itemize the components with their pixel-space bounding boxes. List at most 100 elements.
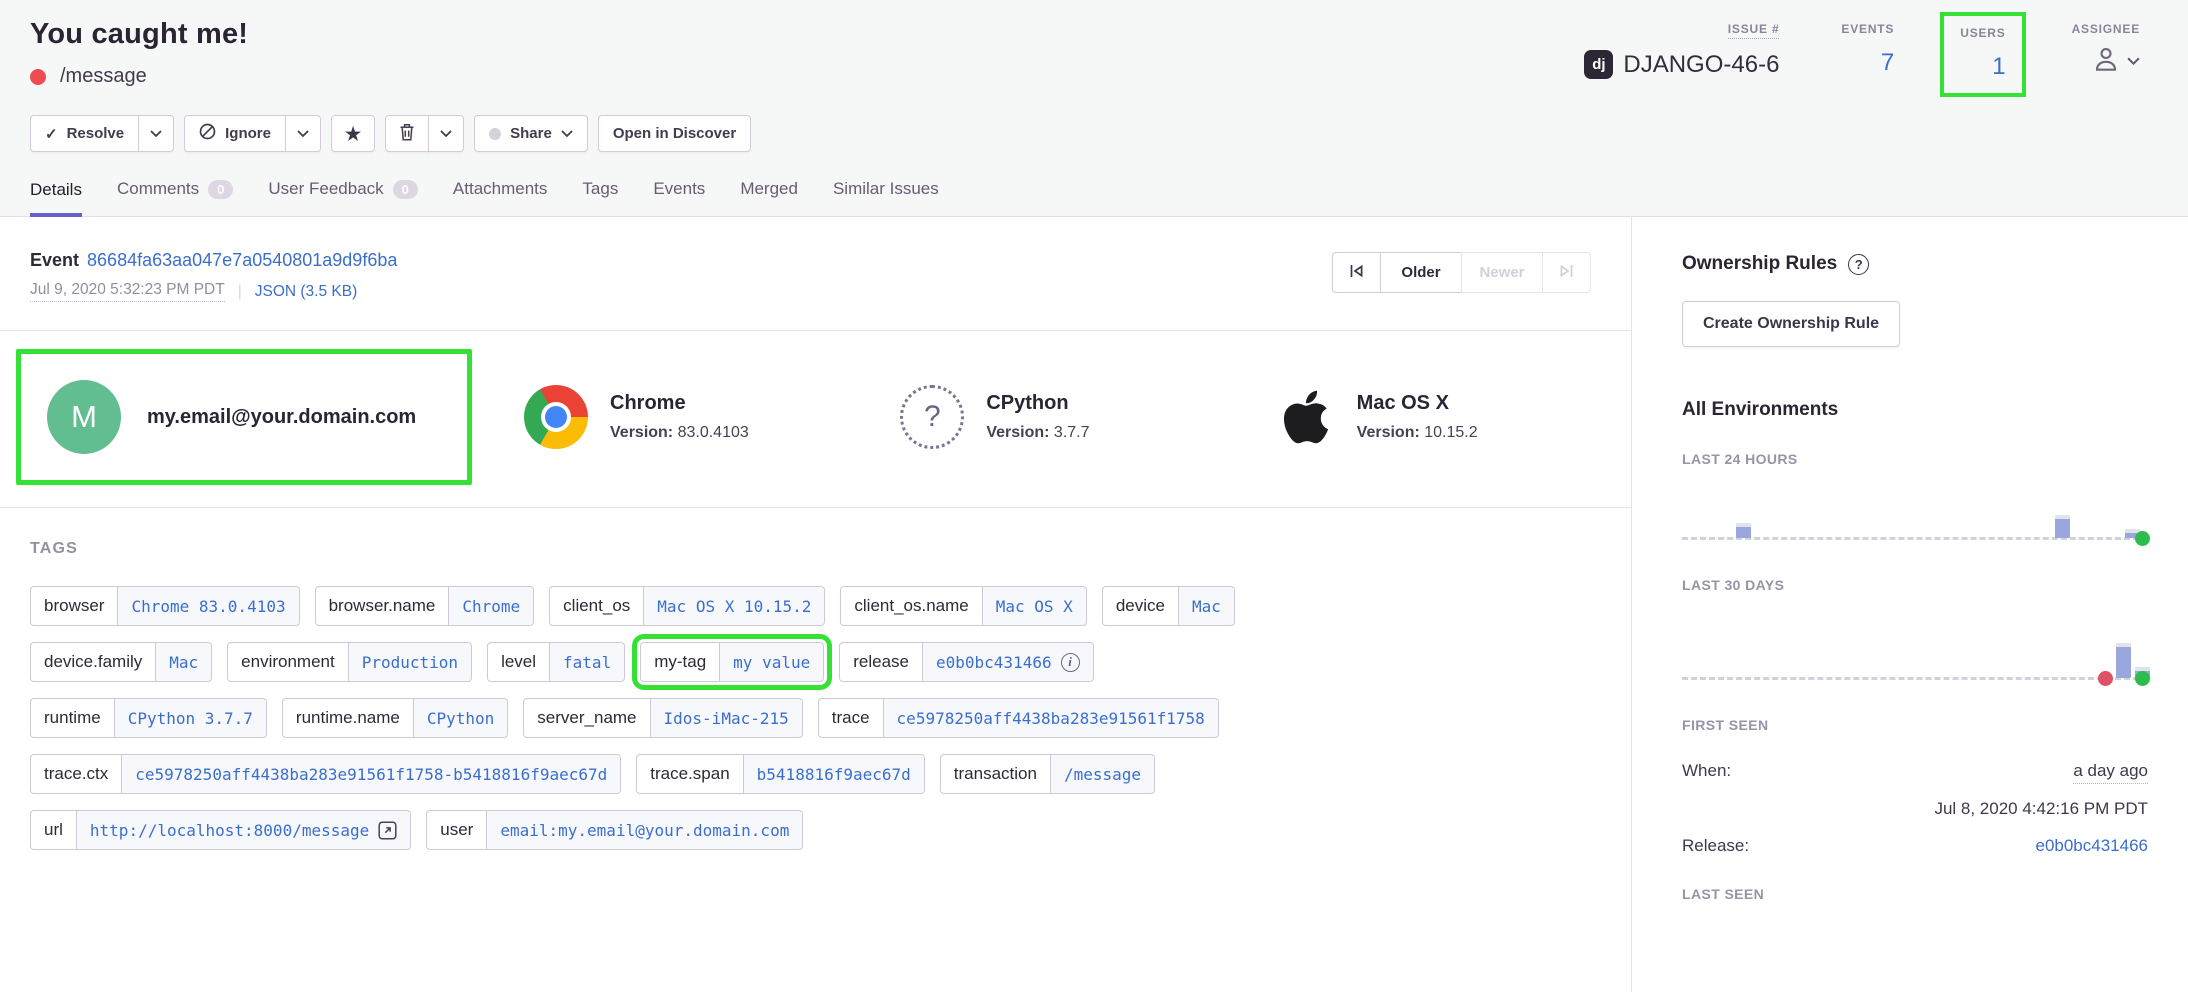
tag-value-link[interactable]: my value — [719, 643, 823, 681]
tag-value: /message — [1064, 765, 1141, 784]
open-in-discover-button[interactable]: Open in Discover — [598, 115, 751, 152]
tab-label: Comments — [117, 179, 199, 199]
tag-value-link[interactable]: Mac — [1178, 587, 1234, 625]
tab-attachments[interactable]: Attachments — [453, 179, 548, 216]
oldest-event-button[interactable] — [1332, 252, 1381, 293]
delete-dropdown-button[interactable] — [428, 115, 464, 152]
tag-value-link[interactable]: /message — [1050, 755, 1154, 793]
tab-count-badge: 0 — [393, 180, 418, 199]
user-email: my.email@your.domain.com — [147, 406, 416, 429]
tag-device: deviceMac — [1102, 586, 1235, 626]
tag-value-link[interactable]: Mac OS X 10.15.2 — [643, 587, 824, 625]
ignore-dropdown-button[interactable] — [285, 115, 321, 152]
events-count[interactable]: 7 — [1841, 49, 1894, 77]
bookmark-star-button[interactable]: ★ — [331, 115, 375, 152]
info-icon[interactable]: i — [1061, 653, 1080, 672]
older-event-button[interactable]: Older — [1380, 252, 1462, 293]
tag-key: level — [488, 643, 549, 681]
tab-user-feedback[interactable]: User Feedback 0 — [268, 179, 418, 216]
last-24-hours-label: LAST 24 HOURS — [1682, 451, 2148, 467]
tag-value-link[interactable]: CPython 3.7.7 — [114, 699, 266, 737]
user-icon — [2091, 44, 2121, 79]
tag-value-link[interactable]: fatal — [549, 643, 624, 681]
tab-comments[interactable]: Comments0 — [117, 179, 233, 216]
issue-actions: ✓ Resolve Ignore ★ — [30, 115, 2140, 152]
tag-value-link[interactable]: Mac — [155, 643, 211, 681]
resolve-label: Resolve — [67, 125, 125, 142]
tag-value-link[interactable]: CPython — [413, 699, 507, 737]
tag-value-link[interactable]: ce5978250aff4438ba283e91561f1758-b541881… — [121, 755, 620, 793]
tag-user: useremail:my.email@your.domain.com — [426, 810, 803, 850]
os-name: Mac OS X — [1357, 392, 1478, 415]
tag-level: levelfatal — [487, 642, 625, 682]
first-seen-label: FIRST SEEN — [1682, 717, 2148, 733]
avatar: M — [47, 380, 121, 454]
events-label: EVENTS — [1841, 22, 1894, 36]
tag-value-link[interactable]: ce5978250aff4438ba283e91561f1758 — [883, 699, 1218, 737]
tag-device.family: device.familyMac — [30, 642, 212, 682]
first-seen-relative: a day ago — [2073, 761, 2148, 784]
release-link[interactable]: e0b0bc431466 — [2035, 836, 2148, 856]
tag-client_os: client_osMac OS X 10.15.2 — [549, 586, 825, 626]
ignore-button[interactable]: Ignore — [184, 115, 286, 152]
page-title: You caught me! — [30, 18, 248, 51]
tag-value-link[interactable]: e0b0bc431466i — [922, 643, 1093, 681]
os-version-label: Version: — [1357, 424, 1420, 441]
tab-tags[interactable]: Tags — [582, 179, 618, 216]
stat-events: EVENTS 7 — [1841, 20, 1894, 77]
tag-key: environment — [228, 643, 348, 681]
resolve-dropdown-button[interactable] — [138, 115, 174, 152]
assignee-dropdown[interactable] — [2072, 44, 2140, 79]
runtime-version-label: Version: — [986, 424, 1049, 441]
chevron-down-icon — [297, 125, 309, 142]
tag-key: release — [840, 643, 922, 681]
tag-key: runtime — [31, 699, 114, 737]
tag-value: CPython — [427, 709, 494, 728]
tag-value-link[interactable]: Idos-iMac-215 — [650, 699, 802, 737]
event-id-link[interactable]: 86684fa63aa047e7a0540801a9d9f6ba — [87, 250, 397, 270]
users-count[interactable]: 1 — [1960, 53, 2005, 81]
tag-value-link[interactable]: http://localhost:8000/message — [76, 811, 410, 849]
runtime-context-card: ? CPython Version: 3.7.7 — [848, 385, 1224, 449]
help-icon[interactable]: ? — [1848, 254, 1869, 275]
tag-value: b5418816f9aec67d — [757, 765, 911, 784]
tag-value-link[interactable]: Chrome — [448, 587, 533, 625]
last-seen-label: LAST SEEN — [1682, 886, 2148, 902]
resolve-button[interactable]: ✓ Resolve — [30, 115, 139, 152]
tab-details[interactable]: Details — [30, 179, 82, 217]
last-30-days-label: LAST 30 DAYS — [1682, 577, 2148, 593]
tag-key: trace.ctx — [31, 755, 121, 793]
tag-value-link[interactable]: b5418816f9aec67d — [743, 755, 924, 793]
tag-release: releasee0b0bc431466i — [839, 642, 1093, 682]
tab-events[interactable]: Events — [653, 179, 705, 216]
tag-value-link[interactable]: email:my.email@your.domain.com — [486, 811, 802, 849]
trash-icon — [399, 123, 415, 145]
tab-merged[interactable]: Merged — [740, 179, 798, 216]
tag-trace.ctx: trace.ctxce5978250aff4438ba283e91561f175… — [30, 754, 621, 794]
tab-similar-issues[interactable]: Similar Issues — [833, 179, 939, 216]
all-environments-heading: All Environments — [1682, 399, 2148, 421]
tag-value-link[interactable]: Chrome 83.0.4103 — [117, 587, 298, 625]
tag-client_os.name: client_os.nameMac OS X — [840, 586, 1086, 626]
external-link-icon[interactable] — [378, 821, 397, 840]
create-ownership-rule-button[interactable]: Create Ownership Rule — [1682, 301, 1900, 347]
issue-tabs: Details Comments0 User Feedback 0 Attachment… — [30, 179, 2140, 216]
share-button[interactable]: Share — [474, 115, 588, 152]
tag-key: device.family — [31, 643, 155, 681]
tag-key: client_os — [550, 587, 643, 625]
tags-section: TAGS browserChrome 83.0.4103browser.name… — [0, 508, 1631, 876]
tag-value-link[interactable]: Production — [348, 643, 471, 681]
event-timestamp: Jul 9, 2020 5:32:23 PM PDT — [30, 281, 225, 302]
tab-label: Tags — [582, 179, 618, 199]
delete-button[interactable] — [385, 115, 429, 152]
browser-version-label: Version: — [610, 424, 673, 441]
user-context-card: M my.email@your.domain.com — [16, 349, 472, 485]
tag-value-link[interactable]: Mac OS X — [982, 587, 1086, 625]
tag-trace: tracece5978250aff4438ba283e91561f1758 — [818, 698, 1219, 738]
browser-context-card: Chrome Version: 83.0.4103 — [472, 385, 848, 449]
tab-label: Details — [30, 180, 82, 200]
runtime-version: 3.7.7 — [1054, 424, 1090, 441]
tab-label: User Feedback — [268, 179, 383, 199]
issue-culprit: /message — [60, 65, 147, 88]
raw-json-link[interactable]: JSON (3.5 KB) — [255, 283, 358, 301]
